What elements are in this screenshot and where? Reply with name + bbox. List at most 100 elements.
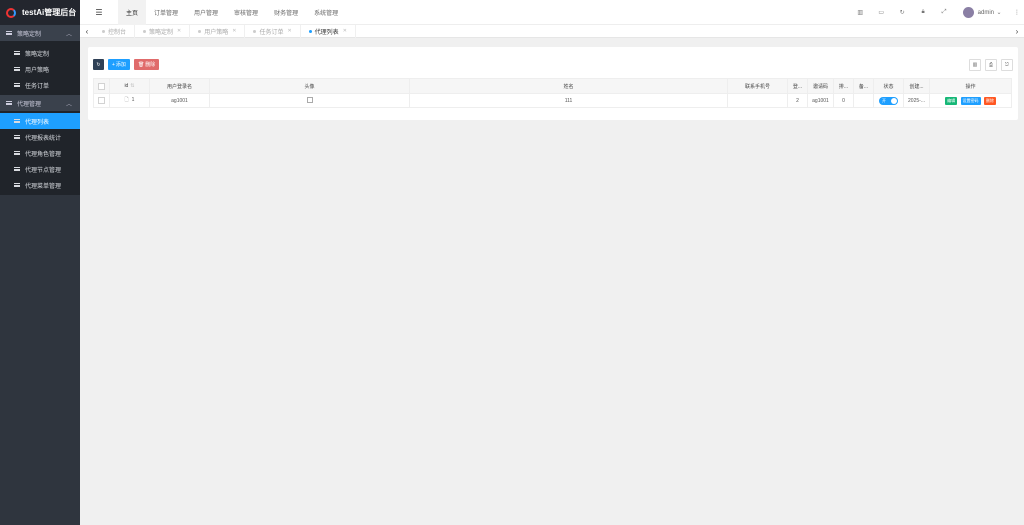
refresh-button[interactable]: ↻ — [93, 59, 104, 70]
close-icon[interactable]: ✕ — [343, 28, 347, 34]
sidebar-group-strategy[interactable]: 策略定制 ︿ — [0, 25, 80, 41]
sidebar-item-strategy-custom[interactable]: 策略定制 — [0, 45, 80, 61]
sidebar-item-label: 代理菜单管理 — [25, 183, 62, 190]
sidebar-item-agent-menu[interactable]: 代理菜单管理 — [0, 177, 80, 193]
col-sort: 排... — [833, 78, 854, 94]
cell-status: 开 — [873, 93, 904, 108]
lock-icon[interactable]: 🔒︎ — [913, 9, 934, 16]
nav-system[interactable]: 系统管理 — [306, 0, 346, 25]
row-checkbox[interactable] — [93, 93, 110, 108]
message-icon[interactable]: ▭ — [871, 9, 892, 16]
tab-label: 代理列表 — [314, 29, 339, 36]
cell-phone — [727, 93, 788, 108]
close-icon[interactable]: ✕ — [287, 28, 291, 34]
user-name[interactable]: admin — [978, 10, 994, 16]
avatar[interactable] — [962, 7, 974, 18]
plus-icon: + — [112, 61, 115, 68]
chart-icon[interactable]: ▥ — [850, 9, 871, 16]
menu-icon — [14, 119, 20, 123]
agent-list-card: ↻ + 添加 🗑︎ 删除 ▥ ⎙ ⎋ id ⇅ 用户登录名 头像 姓名 联系手机… — [88, 47, 1018, 120]
row-delete-button[interactable]: 删除 — [983, 96, 996, 105]
close-icon[interactable]: ✕ — [177, 28, 181, 34]
col-note: 备... — [853, 78, 874, 94]
close-icon[interactable]: ✕ — [232, 28, 236, 34]
col-ops: 操作 — [929, 78, 1012, 94]
table-row[interactable]: 🗋︎ 1 ag1001 111 2 ag1001 0 开 2025-... 编辑 … — [93, 93, 1012, 108]
refresh-icon[interactable]: ↻ — [892, 9, 913, 16]
tabs-bar: ‹ 控制台 策略定制 ✕ 用户策略 ✕ 任务订单 ✕ 代理列表 ✕ › — [80, 24, 1024, 38]
select-all-checkbox[interactable] — [93, 78, 110, 94]
sidebar-item-label: 代理角色管理 — [25, 151, 62, 158]
status-toggle[interactable]: 开 — [879, 96, 898, 105]
print-icon[interactable]: ⎙ — [985, 59, 997, 71]
sidebar-item-agent-list[interactable]: 代理列表 — [0, 113, 80, 129]
cell-sort: 0 — [833, 93, 854, 108]
sidebar-group-label: 策略定制 — [17, 31, 42, 38]
col-id[interactable]: id ⇅ — [109, 78, 150, 94]
set-password-button[interactable]: 设置密码 — [960, 96, 981, 105]
sidebar-item-label: 策略定制 — [25, 51, 50, 58]
export-icon[interactable]: ⎋ — [1001, 59, 1013, 71]
edit-button[interactable]: 编辑 — [945, 96, 958, 105]
tab-agent-list[interactable]: 代理列表 ✕ — [301, 24, 356, 38]
nav-home[interactable]: 主页 — [118, 0, 147, 25]
col-avatar: 头像 — [209, 78, 410, 94]
tabs-prev-icon[interactable]: ‹ — [80, 27, 94, 36]
tab-dot-icon — [198, 29, 202, 33]
col-name: 姓名 — [409, 78, 728, 94]
chevron-up-icon: ︿ — [65, 32, 72, 38]
tab-label: 任务订单 — [259, 29, 284, 36]
more-icon[interactable]: ⋮ — [1010, 9, 1024, 16]
tabs-next-icon[interactable]: › — [1010, 27, 1024, 36]
sidebar-item-agent-role[interactable]: 代理角色管理 — [0, 145, 80, 161]
tab-dot-icon — [143, 29, 147, 33]
cell-ops: 编辑 设置密码 删除 — [929, 93, 1012, 108]
sidebar-item-task-orders[interactable]: 任务订单 — [0, 77, 80, 93]
tab-strategy[interactable]: 策略定制 ✕ — [135, 24, 191, 38]
tab-user-strategy[interactable]: 用户策略 ✕ — [190, 24, 246, 38]
menu-icon — [14, 183, 20, 187]
cell-name: 111 — [409, 93, 728, 108]
table-header-row: id ⇅ 用户登录名 头像 姓名 联系手机号 登... 邀请码 排... 备...… — [93, 78, 1012, 94]
nav-users[interactable]: 用户管理 — [186, 0, 226, 25]
logo[interactable]: testAi管理后台 — [0, 0, 80, 25]
file-icon: 🗋︎ — [124, 96, 129, 103]
sidebar-item-agent-report[interactable]: 代理报表统计 — [0, 129, 80, 145]
tab-console[interactable]: 控制台 — [94, 24, 136, 38]
tab-label: 控制台 — [108, 29, 127, 36]
sidebar-group-label: 代理管理 — [17, 101, 42, 108]
nav-finance[interactable]: 财务管理 — [266, 0, 306, 25]
sidebar-item-label: 代理节点管理 — [25, 167, 62, 174]
sort-icon[interactable]: ⇅ — [130, 83, 134, 89]
col-status: 状态 — [873, 78, 904, 94]
top-header: ☰ 主页 订单管理 用户管理 审核管理 财务管理 系统管理 ▥ ▭ ↻ 🔒︎ ⤢… — [80, 0, 1024, 25]
sidebar-item-agent-node[interactable]: 代理节点管理 — [0, 161, 80, 177]
cell-invite: ag1001 — [807, 93, 834, 108]
tab-task-orders[interactable]: 任务订单 ✕ — [245, 24, 301, 38]
col-login: 登... — [787, 78, 808, 94]
columns-filter-icon[interactable]: ▥ — [969, 59, 981, 71]
app-title: testAi管理后台 — [22, 8, 77, 17]
col-created: 创建... — [903, 78, 930, 94]
sidebar-item-label: 用户策略 — [25, 67, 50, 74]
sidebar-toggle-icon[interactable]: ☰ — [80, 0, 118, 25]
sidebar-item-label: 任务订单 — [25, 83, 50, 90]
sidebar-item-user-strategy[interactable]: 用户策略 — [0, 61, 80, 77]
fullscreen-icon[interactable]: ⤢ — [934, 9, 955, 16]
nav-orders[interactable]: 订单管理 — [146, 0, 186, 25]
avatar-image[interactable] — [306, 96, 313, 103]
sidebar: testAi管理后台 策略定制 ︿ 策略定制 用户策略 任务订单 代理管理 ︿ … — [0, 0, 80, 525]
menu-icon — [14, 67, 20, 71]
chevron-down-icon[interactable]: ⌄ — [996, 9, 1002, 16]
nav-review[interactable]: 审核管理 — [226, 0, 266, 25]
logo-icon — [6, 7, 16, 18]
add-button[interactable]: + 添加 — [108, 59, 130, 70]
col-username: 用户登录名 — [149, 78, 210, 94]
menu-icon — [14, 151, 20, 155]
agent-table: id ⇅ 用户登录名 头像 姓名 联系手机号 登... 邀请码 排... 备...… — [93, 78, 1012, 108]
delete-button[interactable]: 🗑︎ 删除 — [133, 59, 160, 70]
tab-dot-icon — [308, 29, 312, 33]
sidebar-group-agent[interactable]: 代理管理 ︿ — [0, 95, 80, 111]
tab-dot-icon — [253, 29, 257, 33]
menu-icon — [14, 51, 20, 55]
